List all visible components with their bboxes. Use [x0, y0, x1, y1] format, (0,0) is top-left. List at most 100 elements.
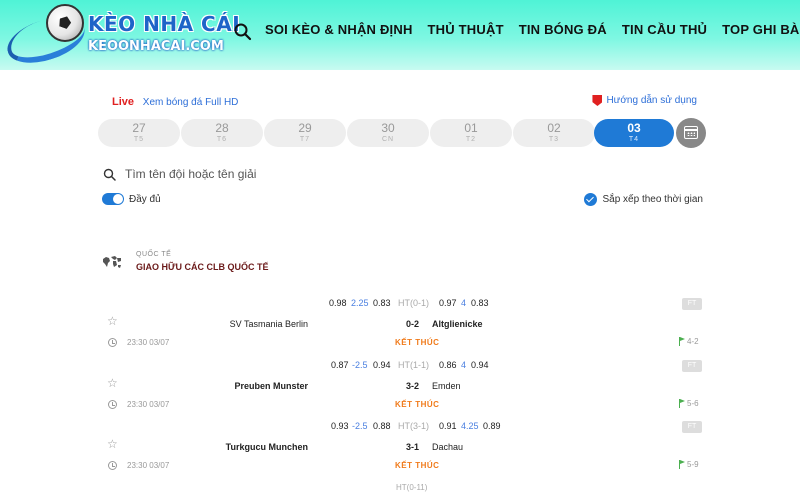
calendar-icon — [684, 126, 698, 139]
away-team: Emden — [432, 381, 461, 391]
odd-over: 0.86 — [439, 360, 457, 370]
half-time-score: HT(0-1) — [398, 298, 429, 308]
search-row — [103, 164, 703, 184]
match-status: KẾT THÚC — [395, 338, 440, 347]
kickoff-time: 23:30 03/07 — [127, 400, 170, 409]
match-row[interactable]: 0.87 -2.5 0.94 HT(1-1) 0.86 4 0.94 FT ☆ … — [100, 359, 706, 421]
favorite-star-icon[interactable]: ☆ — [107, 376, 118, 390]
odd-under: 0.83 — [471, 298, 489, 308]
full-toggle-switch[interactable] — [102, 193, 124, 205]
odd-over: 0.97 — [439, 298, 457, 308]
date-tab[interactable]: 27 T5 — [98, 119, 180, 147]
corner-flag-icon — [678, 337, 685, 346]
next-match-half-time: HT(0-11) — [396, 483, 428, 492]
half-time-score: HT(3-1) — [398, 421, 429, 431]
calendar-button[interactable] — [676, 118, 706, 148]
guide-link[interactable]: Hướng dẫn sử dụng — [592, 95, 697, 106]
odd-total: 4 — [461, 298, 467, 308]
ft-badge: FT — [682, 360, 702, 372]
odd-handicap: 2.25 — [351, 298, 369, 308]
date-day: 30 — [381, 121, 395, 135]
corner-count: 5-6 — [678, 399, 699, 408]
date-weekday: T4 — [628, 136, 640, 143]
date-day: 02 — [547, 121, 561, 135]
date-tab[interactable]: 02 T3 — [513, 119, 595, 147]
odds-row: 0.98 2.25 0.83 HT(0-1) 0.97 4 0.83 FT — [100, 297, 706, 311]
world-map-icon — [103, 256, 121, 268]
status-row: 23:30 03/07 KẾT THÚC 5-9 — [100, 460, 706, 474]
corner-value: 5-9 — [687, 460, 699, 469]
odd-under: 0.94 — [471, 360, 489, 370]
home-team: Preuben Munster — [234, 381, 308, 391]
ft-badge: FT — [682, 298, 702, 310]
logo-title: KÈO NHÀ CÁI — [88, 12, 241, 36]
teams-row: ☆ Preuben Munster 3-2 Emden — [100, 376, 706, 393]
score: 3-1 — [406, 442, 420, 452]
away-team: Altglienicke — [432, 319, 483, 329]
corner-flag-icon — [678, 399, 685, 408]
alert-shield-icon — [592, 95, 603, 106]
odd-total: 4 — [461, 360, 467, 370]
date-tab[interactable]: 30 CN — [347, 119, 429, 147]
favorite-star-icon[interactable]: ☆ — [107, 437, 118, 451]
search-icon[interactable] — [233, 22, 253, 42]
odd-away: 0.88 — [373, 421, 391, 431]
odd-away: 0.83 — [373, 298, 391, 308]
odds-row: 0.93 -2.5 0.88 HT(3-1) 0.91 4.25 0.89 FT — [100, 420, 706, 434]
sort-label: Sắp xếp theo thời gian — [602, 194, 703, 205]
date-day: 01 — [464, 121, 478, 135]
clock-icon — [108, 338, 117, 347]
soccer-ball-icon — [46, 4, 84, 42]
home-team: Turkgucu Munchen — [225, 442, 308, 452]
nav-top-ghi-ban[interactable]: TOP GHI BÀN — [722, 22, 800, 37]
league-header[interactable]: QUỐC TẾ GIAO HỮU CÁC CLB QUỐC TẾ — [102, 250, 268, 274]
odd-home: 0.93 — [331, 421, 349, 431]
site-header: KÈO NHÀ CÁI KEOONHACAI.COM SOI KÈO & NHẬ… — [0, 0, 800, 72]
site-logo[interactable]: KÈO NHÀ CÁI KEOONHACAI.COM — [1, 2, 240, 72]
favorite-star-icon[interactable]: ☆ — [107, 314, 118, 328]
live-badge: Live — [112, 96, 135, 108]
sort-row: Sắp xếp theo thời gian — [584, 193, 703, 206]
nav-thu-thuat[interactable]: THỦ THUẬT — [428, 22, 504, 37]
odd-total: 4.25 — [461, 421, 479, 431]
corner-value: 4-2 — [687, 337, 699, 346]
full-toggle-label: Đầy đủ — [129, 193, 161, 205]
live-link[interactable]: Xem bóng đá Full HD — [143, 97, 239, 108]
date-day: 27 — [132, 121, 146, 135]
match-row[interactable]: 0.93 -2.5 0.88 HT(3-1) 0.91 4.25 0.89 FT… — [100, 420, 706, 482]
date-weekday: T5 — [133, 136, 145, 143]
league-region: QUỐC TẾ — [136, 251, 172, 258]
clock-icon — [108, 461, 117, 470]
nav-tin-bong-da[interactable]: TIN BÓNG ĐÁ — [519, 22, 607, 37]
date-tab[interactable]: 01 T2 — [430, 119, 512, 147]
corner-value: 5-6 — [687, 399, 699, 408]
date-weekday: T3 — [548, 136, 560, 143]
nav-soi-keo[interactable]: SOI KÈO & NHẬN ĐỊNH — [265, 22, 413, 37]
date-day: 28 — [215, 121, 229, 135]
search-icon — [103, 168, 116, 181]
corner-count: 4-2 — [678, 337, 699, 346]
score: 0-2 — [406, 319, 420, 329]
logo-subtitle: KEOONHACAI.COM — [88, 39, 224, 54]
odds-row: 0.87 -2.5 0.94 HT(1-1) 0.86 4 0.94 FT — [100, 359, 706, 373]
nav-tin-cau-thu[interactable]: TIN CẦU THỦ — [622, 22, 707, 37]
date-tab[interactable]: 29 T7 — [264, 119, 346, 147]
date-tab[interactable]: 28 T6 — [181, 119, 263, 147]
date-tab-active[interactable]: 03 T4 — [594, 119, 674, 147]
half-time-score: HT(1-1) — [398, 360, 429, 370]
sort-checkbox[interactable] — [584, 193, 598, 206]
league-name: GIAO HỮU CÁC CLB QUỐC TẾ — [136, 262, 269, 272]
search-input[interactable] — [125, 167, 525, 181]
date-day: 29 — [298, 121, 312, 135]
teams-row: ☆ Turkgucu Munchen 3-1 Dachau — [100, 437, 706, 454]
odd-handicap: -2.5 — [352, 360, 368, 370]
away-team: Dachau — [432, 442, 464, 452]
date-day: 03 — [627, 121, 641, 135]
corner-flag-icon — [678, 460, 685, 469]
score: 3-2 — [406, 381, 420, 391]
odd-handicap: -2.5 — [352, 421, 368, 431]
live-row: Live Xem bóng đá Full HD — [112, 96, 238, 108]
match-row[interactable]: 0.98 2.25 0.83 HT(0-1) 0.97 4 0.83 FT ☆ … — [100, 297, 706, 359]
date-weekday: T7 — [299, 136, 311, 143]
ft-badge: FT — [682, 421, 702, 433]
